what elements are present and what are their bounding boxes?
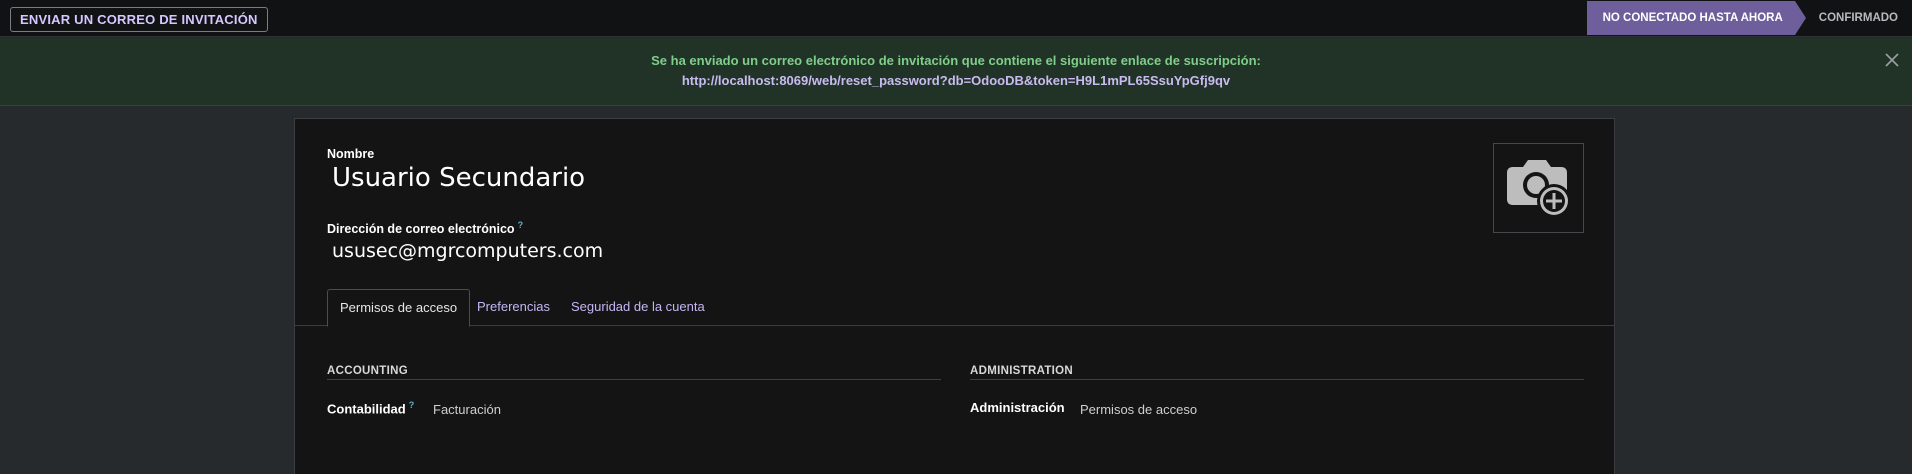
group-title-accounting: ACCOUNTING	[327, 365, 941, 380]
tab-access-rights[interactable]: Permisos de acceso	[327, 289, 471, 327]
email-help-tooltip[interactable]: ?	[518, 220, 524, 230]
camera-plus-icon	[1507, 160, 1571, 218]
name-label: Nombre	[327, 147, 375, 161]
alert-reset-password-link[interactable]: http://localhost:8069/web/reset_password…	[0, 73, 1912, 88]
name-field[interactable]: Usuario Secundario	[332, 163, 585, 193]
alert-message: Se ha enviado un correo electrónico de i…	[651, 53, 1261, 68]
email-field[interactable]: ususec@mgrcomputers.com	[332, 240, 603, 262]
accounting-label-text: Contabilidad	[327, 401, 406, 417]
user-form-sheet: Nombre Usuario Secundario Dirección de c…	[294, 118, 1615, 474]
administration-select[interactable]: Permisos de acceso	[1080, 402, 1197, 417]
accounting-label: Contabilidad?	[327, 400, 414, 416]
top-statusbar: ENVIAR UN CORREO DE INVITACIÓN NO CONECT…	[0, 0, 1912, 37]
close-icon[interactable]	[1880, 48, 1904, 72]
tab-account-security[interactable]: Seguridad de la cuenta	[571, 289, 705, 326]
stage-not-connected[interactable]: NO CONECTADO HASTA AHORA	[1586, 1, 1806, 35]
accounting-help-tooltip[interactable]: ?	[409, 400, 415, 410]
form-tabs: Permisos de acceso Preferencias Segurida…	[295, 289, 1614, 327]
accounting-select[interactable]: Facturación	[433, 402, 501, 417]
email-label: Dirección de correo electrónico?	[327, 220, 523, 236]
send-invitation-button[interactable]: ENVIAR UN CORREO DE INVITACIÓN	[10, 7, 268, 32]
group-title-administration: ADMINISTRATION	[970, 365, 1584, 380]
administration-label: Administración	[970, 400, 1065, 415]
status-pipeline: NO CONECTADO HASTA AHORA CONFIRMADO	[1586, 1, 1912, 35]
invitation-alert: Se ha enviado un correo electrónico de i…	[0, 38, 1912, 106]
stage-confirmed[interactable]: CONFIRMADO	[1795, 1, 1912, 35]
tab-preferences[interactable]: Preferencias	[477, 289, 550, 326]
avatar-upload[interactable]	[1493, 143, 1584, 233]
email-label-text: Dirección de correo electrónico	[327, 222, 515, 237]
